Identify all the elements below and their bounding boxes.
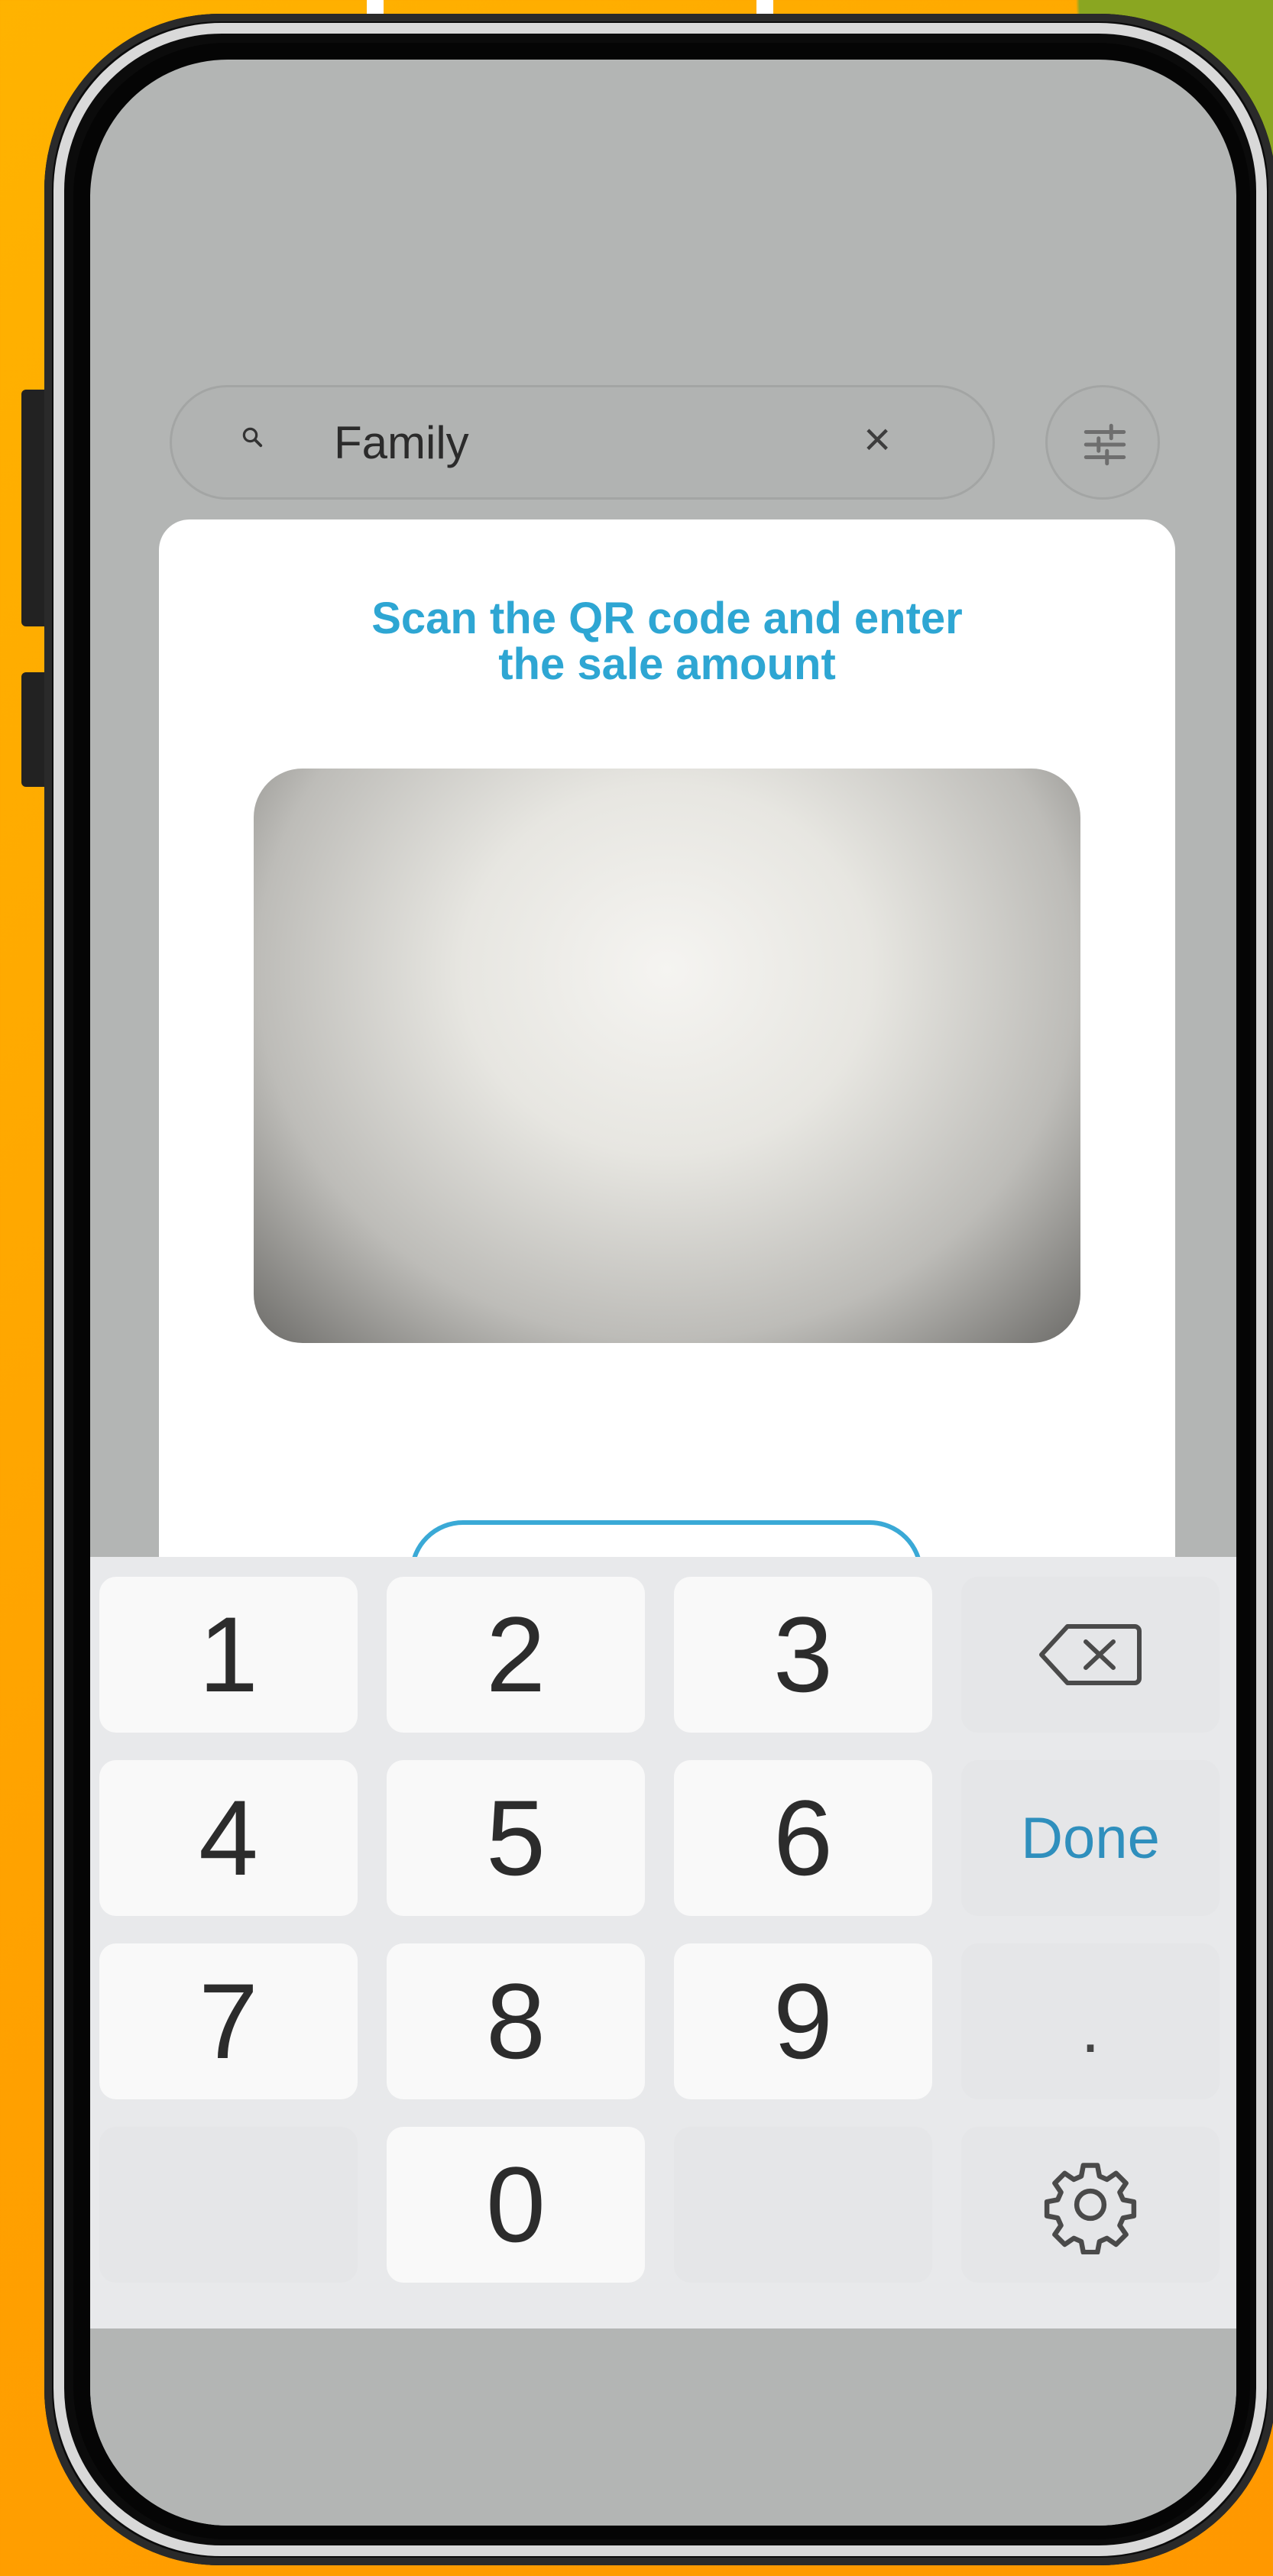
key-empty-right bbox=[674, 2127, 932, 2283]
navigation-bar bbox=[90, 2328, 1236, 2526]
key-7[interactable]: 7 bbox=[99, 1943, 358, 2099]
key-1[interactable]: 1 bbox=[99, 1577, 358, 1733]
key-9[interactable]: 9 bbox=[674, 1943, 932, 2099]
key-4[interactable]: 4 bbox=[99, 1760, 358, 1916]
key-empty-left bbox=[99, 2127, 358, 2283]
gear-icon bbox=[1044, 2163, 1137, 2254]
numeric-keyboard: 1 2 3 4 5 6 Done 7 8 9 . 0 bbox=[90, 1557, 1236, 2328]
search-icon bbox=[242, 427, 263, 448]
key-3[interactable]: 3 bbox=[674, 1577, 932, 1733]
done-key[interactable]: Done bbox=[961, 1760, 1220, 1916]
key-6[interactable]: 6 bbox=[674, 1760, 932, 1916]
backspace-key[interactable] bbox=[961, 1577, 1220, 1733]
filter-button[interactable] bbox=[1045, 385, 1160, 500]
backspace-icon bbox=[1039, 1624, 1142, 1685]
search-input[interactable]: Family × bbox=[170, 385, 995, 500]
key-0[interactable]: 0 bbox=[387, 2127, 645, 2283]
phone-screen: Family × Scan the QR code and enter the … bbox=[90, 60, 1236, 2526]
settings-key[interactable] bbox=[961, 2127, 1220, 2283]
close-icon[interactable]: × bbox=[863, 416, 891, 464]
key-2[interactable]: 2 bbox=[387, 1577, 645, 1733]
dialog-title: Scan the QR code and enter the sale amou… bbox=[371, 594, 963, 689]
qr-camera-preview[interactable] bbox=[254, 769, 1080, 1343]
key-decimal[interactable]: . bbox=[961, 1943, 1220, 2099]
search-query: Family bbox=[334, 417, 469, 468]
sliders-icon bbox=[1084, 423, 1126, 466]
key-8[interactable]: 8 bbox=[387, 1943, 645, 2099]
key-5[interactable]: 5 bbox=[387, 1760, 645, 1916]
